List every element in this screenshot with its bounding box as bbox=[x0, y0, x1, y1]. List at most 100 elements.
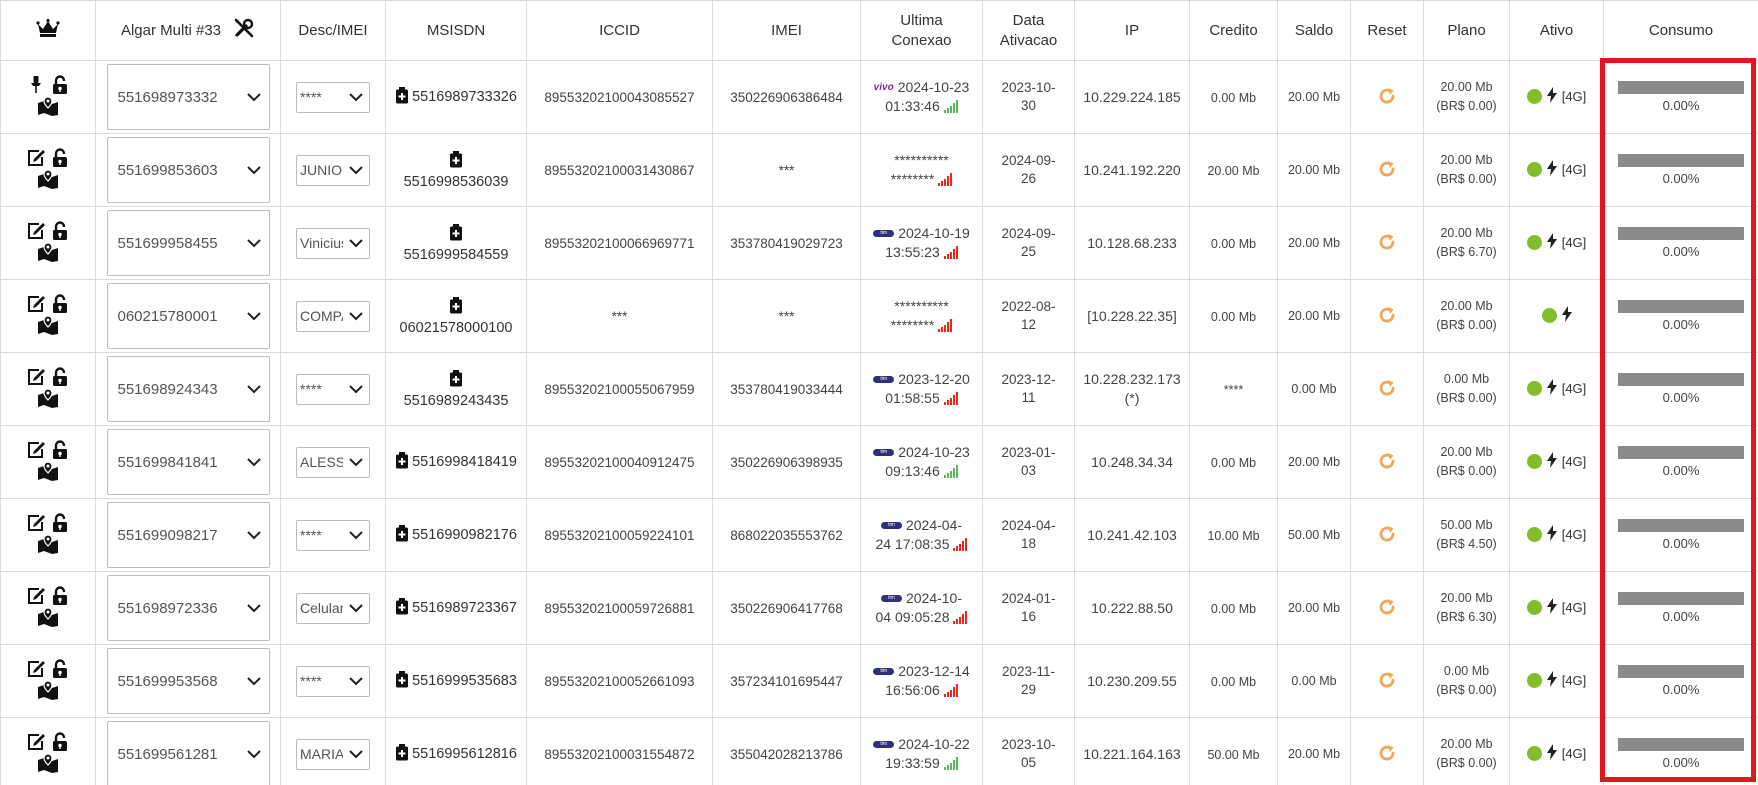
edit-icon[interactable] bbox=[26, 733, 46, 754]
chevron-down-icon[interactable] bbox=[238, 649, 269, 713]
pin-icon[interactable] bbox=[26, 76, 46, 97]
desc-select[interactable]: ALESSANDRO bbox=[296, 446, 370, 478]
col-data-ativacao[interactable]: Data Ativacao bbox=[982, 0, 1075, 61]
msisdn[interactable]: 5516998418419 bbox=[395, 451, 517, 473]
chevron-down-icon[interactable] bbox=[343, 155, 369, 185]
msisdn[interactable]: 06021578000100 bbox=[400, 296, 512, 336]
chevron-down-icon[interactable] bbox=[343, 447, 369, 477]
number-select[interactable]: 551698972336 bbox=[106, 575, 270, 641]
chevron-down-icon[interactable] bbox=[343, 666, 369, 696]
map-pin-icon[interactable] bbox=[37, 461, 59, 484]
chevron-down-icon[interactable] bbox=[343, 374, 369, 404]
edit-icon[interactable] bbox=[26, 587, 46, 608]
refresh-icon[interactable] bbox=[1377, 379, 1397, 401]
desc-select[interactable]: **** bbox=[296, 373, 370, 405]
refresh-icon[interactable] bbox=[1377, 598, 1397, 620]
col-iccid[interactable]: ICCID bbox=[526, 0, 713, 61]
desc-select[interactable]: **** bbox=[296, 519, 370, 551]
unlock-icon[interactable] bbox=[50, 75, 70, 98]
unlock-icon[interactable] bbox=[50, 367, 70, 390]
number-select[interactable]: 551699953568 bbox=[106, 648, 270, 714]
edit-icon[interactable] bbox=[26, 660, 46, 681]
msisdn[interactable]: 5516995612816 bbox=[395, 743, 517, 765]
desc-select[interactable]: COMPANY bbox=[296, 300, 370, 332]
refresh-icon[interactable] bbox=[1377, 233, 1397, 255]
map-pin-icon[interactable] bbox=[37, 753, 59, 776]
unlock-icon[interactable] bbox=[50, 221, 70, 244]
chevron-down-icon[interactable] bbox=[343, 520, 369, 550]
unlock-icon[interactable] bbox=[50, 440, 70, 463]
chevron-down-icon[interactable] bbox=[238, 65, 269, 129]
chevron-down-icon[interactable] bbox=[343, 593, 369, 623]
unlock-icon[interactable] bbox=[50, 294, 70, 317]
map-pin-icon[interactable] bbox=[37, 242, 59, 265]
map-pin-icon[interactable] bbox=[37, 315, 59, 338]
number-select[interactable]: 551698924343 bbox=[106, 356, 270, 422]
map-pin-icon[interactable] bbox=[37, 388, 59, 411]
col-imei[interactable]: IMEI bbox=[712, 0, 861, 61]
desc-select[interactable]: Celular bbox=[296, 592, 370, 624]
number-select[interactable]: 551699561281 bbox=[106, 721, 270, 785]
chevron-down-icon[interactable] bbox=[343, 739, 369, 769]
number-select[interactable]: 551698973332 bbox=[106, 64, 270, 130]
number-select[interactable]: 551699098217 bbox=[106, 502, 270, 568]
unlock-icon[interactable] bbox=[50, 513, 70, 536]
desc-select[interactable]: JUNIOR bbox=[296, 154, 370, 186]
edit-icon[interactable] bbox=[26, 514, 46, 535]
edit-icon[interactable] bbox=[26, 441, 46, 462]
desc-select[interactable]: **** bbox=[296, 81, 370, 113]
col-reset[interactable]: Reset bbox=[1350, 0, 1424, 61]
edit-icon[interactable] bbox=[26, 368, 46, 389]
msisdn[interactable]: 5516989733326 bbox=[395, 86, 517, 108]
chevron-down-icon[interactable] bbox=[238, 430, 269, 494]
desc-select[interactable]: **** bbox=[296, 665, 370, 697]
col-msisdn[interactable]: MSISDN bbox=[385, 0, 527, 61]
map-pin-icon[interactable] bbox=[37, 534, 59, 557]
number-select[interactable]: 551699958455 bbox=[106, 210, 270, 276]
desc-select[interactable]: MARIA bbox=[296, 738, 370, 770]
refresh-icon[interactable] bbox=[1377, 160, 1397, 182]
chevron-down-icon[interactable] bbox=[238, 211, 269, 275]
refresh-icon[interactable] bbox=[1377, 744, 1397, 766]
desc-select[interactable]: Vinicius bbox=[296, 227, 370, 259]
col-consumo[interactable]: Consumo bbox=[1603, 0, 1758, 61]
number-select[interactable]: 551699841841 bbox=[106, 429, 270, 495]
chevron-down-icon[interactable] bbox=[343, 301, 369, 331]
crown-icon[interactable] bbox=[36, 18, 60, 42]
unlock-icon[interactable] bbox=[50, 586, 70, 609]
map-pin-icon[interactable] bbox=[37, 96, 59, 119]
unlock-icon[interactable] bbox=[50, 148, 70, 171]
col-ativo[interactable]: Ativo bbox=[1509, 0, 1604, 61]
msisdn[interactable]: 5516998536039 bbox=[404, 150, 508, 190]
refresh-icon[interactable] bbox=[1377, 671, 1397, 693]
edit-icon[interactable] bbox=[26, 295, 46, 316]
unlock-icon[interactable] bbox=[50, 659, 70, 682]
crown-header[interactable] bbox=[0, 0, 96, 61]
edit-icon[interactable] bbox=[26, 149, 46, 170]
edit-icon[interactable] bbox=[26, 222, 46, 243]
chevron-down-icon[interactable] bbox=[238, 284, 269, 348]
col-saldo[interactable]: Saldo bbox=[1277, 0, 1351, 61]
map-pin-icon[interactable] bbox=[37, 680, 59, 703]
refresh-icon[interactable] bbox=[1377, 525, 1397, 547]
refresh-icon[interactable] bbox=[1377, 452, 1397, 474]
map-pin-icon[interactable] bbox=[37, 169, 59, 192]
col-ultima-conexao[interactable]: Ultima Conexao bbox=[860, 0, 983, 61]
msisdn[interactable]: 5516989723367 bbox=[395, 597, 517, 619]
msisdn[interactable]: 5516989243435 bbox=[404, 369, 508, 409]
unlock-icon[interactable] bbox=[50, 732, 70, 755]
refresh-icon[interactable] bbox=[1377, 306, 1397, 328]
number-select[interactable]: 060215780001 bbox=[106, 283, 270, 349]
col-ip[interactable]: IP bbox=[1074, 0, 1190, 61]
wrench-screwdriver-icon[interactable] bbox=[233, 17, 255, 45]
refresh-icon[interactable] bbox=[1377, 87, 1397, 109]
chevron-down-icon[interactable] bbox=[238, 357, 269, 421]
chevron-down-icon[interactable] bbox=[343, 228, 369, 258]
map-pin-icon[interactable] bbox=[37, 607, 59, 630]
number-select[interactable]: 551699853603 bbox=[106, 137, 270, 203]
col-plano[interactable]: Plano bbox=[1423, 0, 1510, 61]
msisdn[interactable]: 5516999535683 bbox=[395, 670, 517, 692]
chevron-down-icon[interactable] bbox=[238, 503, 269, 567]
chevron-down-icon[interactable] bbox=[343, 82, 369, 112]
msisdn[interactable]: 5516999584559 bbox=[404, 223, 508, 263]
